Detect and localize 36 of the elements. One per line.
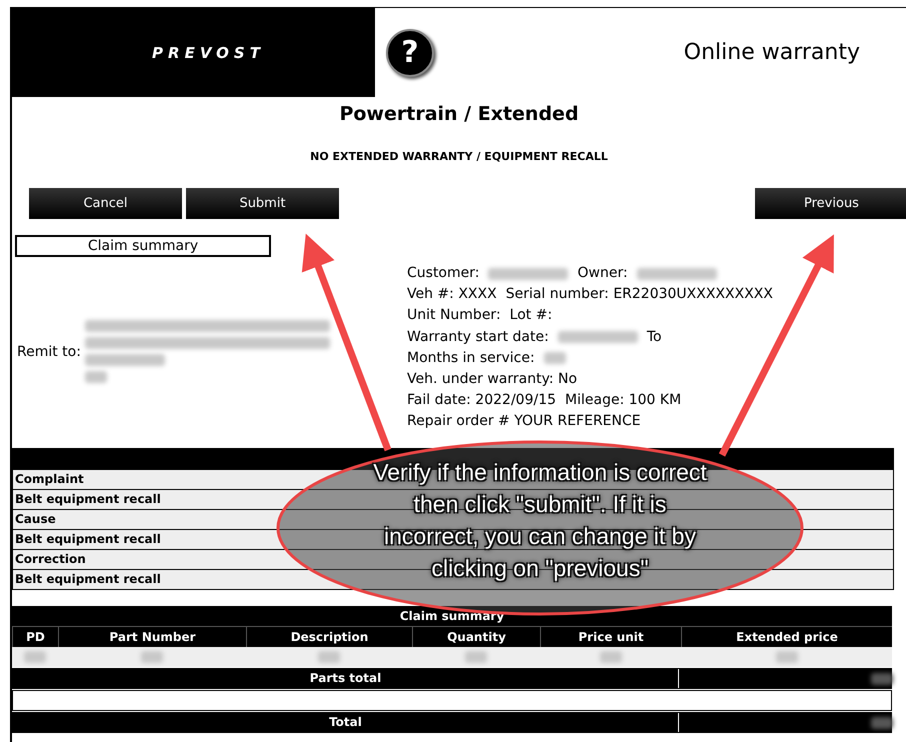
action-button[interactable]: Previous <box>755 188 906 219</box>
table-title: Claim summary <box>12 606 892 626</box>
logo-text: PREVOST <box>151 44 265 62</box>
info-text: Fail date: 2022/09/15 <box>407 391 556 410</box>
info-text: Customer: <box>407 264 480 283</box>
redacted-text <box>318 651 340 663</box>
info-text: Owner: <box>577 264 628 283</box>
redacted-text <box>871 716 893 728</box>
info-text: Serial number: ER22030UXXXXXXXXX <box>506 285 773 304</box>
info-text: Months in service: <box>407 348 535 368</box>
info-text: Mileage: 100 KM <box>565 391 682 410</box>
redacted-text <box>85 371 107 383</box>
redacted-text <box>141 651 163 663</box>
help-button[interactable]: ? <box>386 28 434 76</box>
claim-summary-label: Claim summary <box>15 235 271 257</box>
total-label: Total <box>13 713 679 732</box>
app-title: Online warranty <box>684 40 860 65</box>
info-text: Warranty start date: <box>407 328 549 347</box>
redacted-text <box>776 651 798 663</box>
redacted-text <box>465 651 487 663</box>
redacted-text <box>24 651 46 663</box>
info-text: Veh. under warranty: No <box>407 370 578 390</box>
page-title: Powertrain / Extended <box>338 103 580 125</box>
info-text: To <box>646 328 662 347</box>
remit-label: Remit to: <box>17 344 82 360</box>
info-text: Veh #: XXXX <box>407 285 497 304</box>
redacted-text <box>871 672 893 684</box>
info-text: Lot #: <box>510 306 552 326</box>
total-label: Parts total <box>13 669 679 688</box>
info-text: Repair order # YOUR REFERENCE <box>407 412 641 432</box>
redacted-text <box>544 352 566 364</box>
action-button[interactable]: Submit <box>186 188 339 219</box>
page-subtitle: NO EXTENDED WARRANTY / EQUIPMENT RECALL <box>309 150 609 163</box>
info-text: Unit Number: <box>407 306 501 326</box>
action-button[interactable]: Cancel <box>29 188 182 219</box>
redacted-text <box>600 651 622 663</box>
